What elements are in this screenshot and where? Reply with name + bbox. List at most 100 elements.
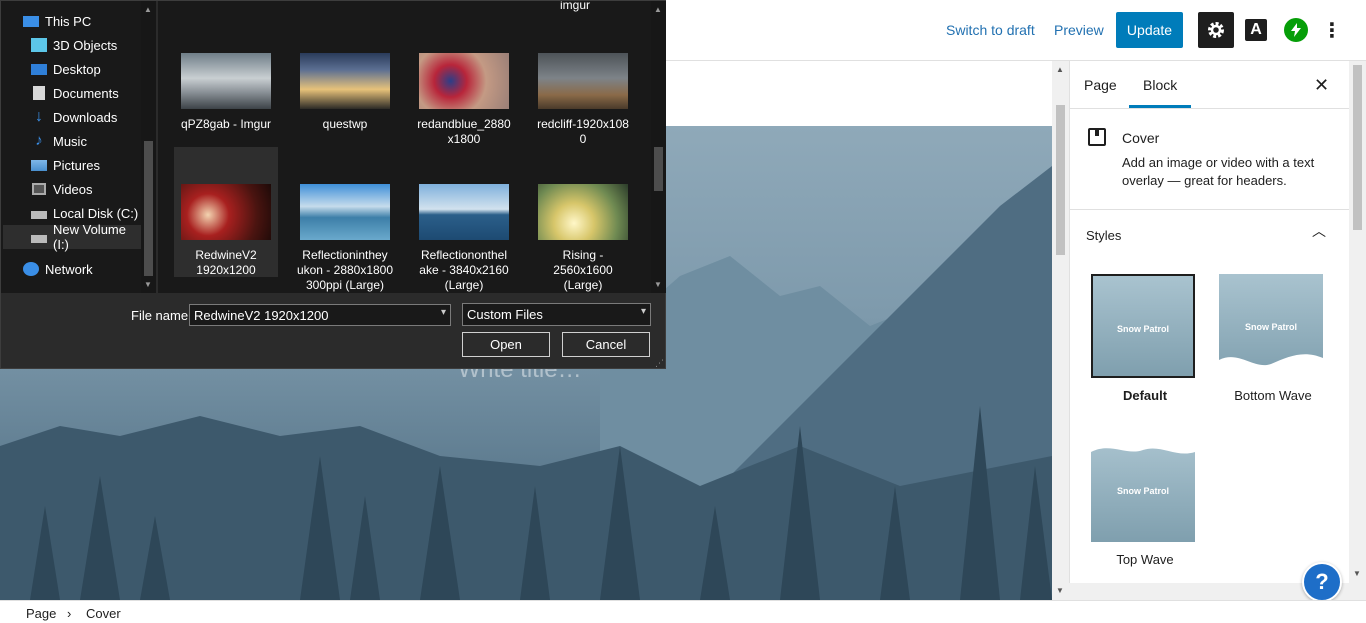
nav-scroll-thumb[interactable] xyxy=(144,141,153,276)
style-preview: Snow Patrol xyxy=(1091,274,1195,378)
file-thumbnail xyxy=(538,53,628,109)
wave-shape xyxy=(1219,354,1323,378)
file-item[interactable]: redandblue_2880 x1800 xyxy=(412,53,516,147)
file-item-selected[interactable]: RedwineV2 1920x1200 xyxy=(174,147,278,277)
cancel-button[interactable]: Cancel xyxy=(562,332,650,357)
breadcrumb-page[interactable]: Page xyxy=(26,606,56,621)
file-name: questwp xyxy=(322,117,368,131)
style-top-wave[interactable]: Snow Patrol Top Wave xyxy=(1091,438,1199,567)
file-name: redcliff-1920x108 0 xyxy=(537,117,629,146)
file-list: imgur qPZ8gab - Imgur questwp redandblue… xyxy=(158,1,651,293)
file-thumbnail xyxy=(300,53,390,109)
settings-button[interactable] xyxy=(1198,12,1234,48)
style-label: Bottom Wave xyxy=(1234,388,1312,403)
cube-icon xyxy=(31,38,47,52)
close-sidebar-button[interactable]: ✕ xyxy=(1314,75,1329,96)
file-name: Reflectiononthel ake - 3840x2160 (Large) xyxy=(419,248,509,292)
file-list-scroll-thumb[interactable] xyxy=(654,147,663,191)
help-button[interactable]: ? xyxy=(1302,562,1342,602)
resize-grip-icon[interactable]: ⋰ xyxy=(655,358,664,369)
nav-label: Desktop xyxy=(53,61,101,77)
nav-scrollbar[interactable]: ▲ ▼ xyxy=(141,1,156,293)
scroll-down-arrow[interactable]: ▼ xyxy=(654,280,662,289)
file-thumbnail xyxy=(538,184,628,240)
nav-label: Network xyxy=(45,261,93,277)
file-item[interactable]: redcliff-1920x108 0 xyxy=(531,53,635,147)
file-thumbnail xyxy=(419,184,509,240)
file-item[interactable]: Rising - 2560x1600 (Large) xyxy=(531,184,635,293)
scroll-up-arrow[interactable]: ▲ xyxy=(654,5,662,14)
style-bottom-wave[interactable]: Snow Patrol Bottom Wave xyxy=(1219,274,1327,403)
nav-label: New Volume (I:) xyxy=(53,222,126,252)
pictures-icon xyxy=(31,159,47,171)
scroll-down-arrow[interactable]: ▼ xyxy=(144,280,152,289)
preview-button[interactable]: Preview xyxy=(1054,22,1104,38)
file-item[interactable]: Reflectioninthey ukon - 2880x1800 300ppi… xyxy=(293,184,397,293)
sidebar-scrollbar[interactable]: ▼ xyxy=(1349,61,1366,600)
file-item[interactable]: Reflectiononthel ake - 3840x2160 (Large) xyxy=(412,184,516,293)
a-plugin-button[interactable]: A xyxy=(1245,19,1267,41)
nav-label: Videos xyxy=(53,181,93,197)
file-thumbnail xyxy=(181,53,271,109)
chevron-up-icon[interactable]: ︿ xyxy=(1312,221,1326,241)
nav-label: This PC xyxy=(45,13,92,29)
scroll-down-arrow[interactable]: ▼ xyxy=(1353,569,1361,578)
file-name-field[interactable]: RedwineV2 1920x1200 ▾ xyxy=(189,304,451,326)
style-preview-text: Snow Patrol xyxy=(1116,486,1169,496)
document-icon xyxy=(33,86,45,100)
switch-to-draft-button[interactable]: Switch to draft xyxy=(946,22,1035,38)
style-label: Top Wave xyxy=(1116,552,1174,567)
style-default[interactable]: Snow Patrol Default xyxy=(1091,274,1199,403)
nav-label: Local Disk (C:) xyxy=(53,205,139,221)
music-icon: ♪ xyxy=(35,132,43,149)
desktop-icon xyxy=(31,63,47,75)
styles-panel-heading[interactable]: Styles xyxy=(1086,228,1121,243)
file-name: Rising - 2560x1600 (Large) xyxy=(553,248,613,292)
breadcrumb: Page › Cover xyxy=(0,600,1366,623)
style-preview: Snow Patrol xyxy=(1091,438,1195,542)
download-icon: ↓ xyxy=(35,108,43,125)
drive-icon xyxy=(31,235,47,243)
scroll-up-arrow[interactable]: ▲ xyxy=(1056,65,1064,74)
file-name: redandblue_2880 x1800 xyxy=(417,117,511,146)
file-type-value: Custom Files xyxy=(467,307,543,322)
file-name: imgur xyxy=(559,1,590,12)
update-button[interactable]: Update xyxy=(1116,12,1183,48)
computer-icon xyxy=(23,15,39,27)
active-tab-indicator xyxy=(1129,105,1191,108)
open-button[interactable]: Open xyxy=(462,332,550,357)
more-options-button[interactable]: ⋮ xyxy=(1320,18,1344,42)
file-list-scrollbar[interactable]: ▲ ▼ xyxy=(651,1,666,293)
file-name: Reflectioninthey ukon - 2880x1800 300ppi… xyxy=(296,248,394,292)
file-item[interactable]: qPZ8gab - Imgur xyxy=(174,53,278,132)
file-type-select[interactable]: Custom Files ▾ xyxy=(462,303,651,326)
file-item-partial[interactable]: imgur xyxy=(523,1,627,13)
style-label: Default xyxy=(1122,388,1168,403)
jetpack-button[interactable] xyxy=(1284,18,1308,42)
nav-label: Pictures xyxy=(53,157,100,173)
style-preview-text: Snow Patrol xyxy=(1116,324,1169,334)
tab-block[interactable]: Block xyxy=(1143,77,1177,93)
chevron-right-icon: › xyxy=(67,606,72,621)
block-description: Add an image or video with a text overla… xyxy=(1122,155,1315,188)
editor-scrollbar[interactable]: ▲ ▼ xyxy=(1052,61,1069,600)
navigation-pane: This PC 3D Objects Desktop Documents ↓ D… xyxy=(1,1,156,293)
nav-label: Documents xyxy=(53,85,119,101)
scroll-up-arrow[interactable]: ▲ xyxy=(144,5,152,14)
file-name: RedwineV2 1920x1200 xyxy=(195,248,257,277)
nav-new-volume-i[interactable]: New Volume (I:) xyxy=(3,222,141,252)
chevron-down-icon[interactable]: ▾ xyxy=(641,306,646,317)
file-thumbnail xyxy=(300,184,390,240)
drive-icon xyxy=(31,211,47,219)
nav-label: 3D Objects xyxy=(53,37,118,53)
sidebar-scroll-thumb[interactable] xyxy=(1353,65,1362,230)
breadcrumb-cover[interactable]: Cover xyxy=(86,606,121,621)
chevron-down-icon[interactable]: ▾ xyxy=(441,307,446,318)
editor-scroll-thumb[interactable] xyxy=(1056,105,1065,255)
gear-icon xyxy=(1208,22,1224,38)
file-item[interactable]: questwp xyxy=(293,53,397,132)
scroll-down-arrow[interactable]: ▼ xyxy=(1056,586,1064,595)
file-thumbnail xyxy=(419,53,509,109)
tab-page[interactable]: Page xyxy=(1084,77,1117,93)
cover-block-icon xyxy=(1088,128,1106,146)
